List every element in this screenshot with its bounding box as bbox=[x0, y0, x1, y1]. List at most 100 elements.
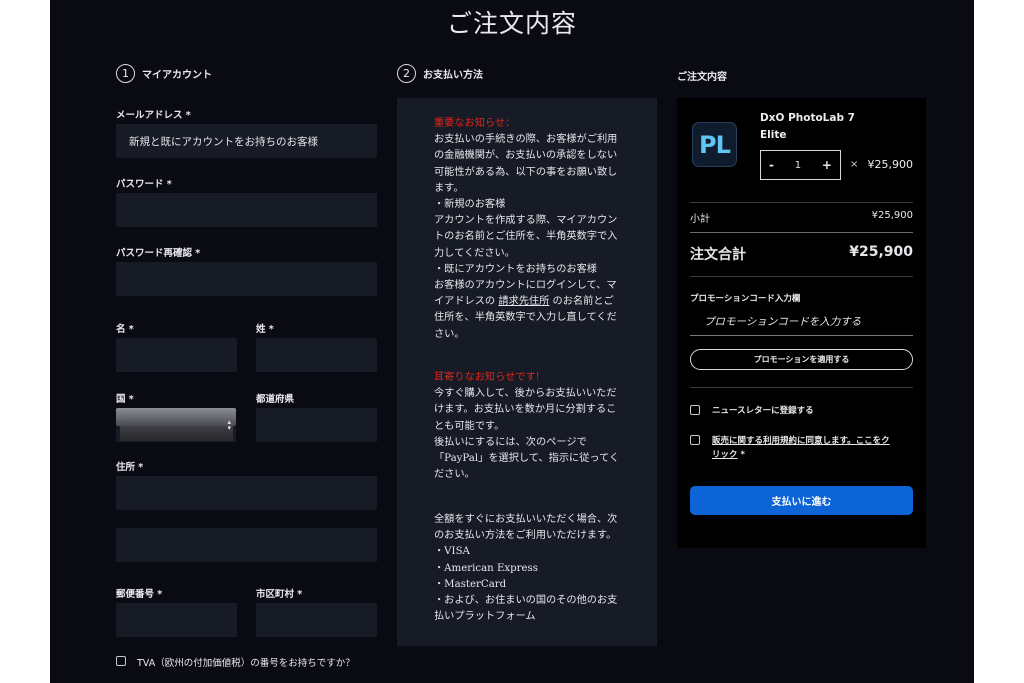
notice3-line: ・American Express bbox=[434, 562, 538, 574]
promo-label: プロモーションコード入力欄 bbox=[690, 294, 801, 304]
notice2-line: 今すぐ購入して、後からお支払いいただ bbox=[434, 388, 617, 400]
notice1-pre-link: イアドレスの bbox=[434, 296, 499, 308]
last-name-field[interactable] bbox=[256, 338, 377, 372]
notice1-line: の金融機関が、お支払いの承認をしない bbox=[434, 150, 618, 162]
divider bbox=[690, 276, 913, 277]
notice2-line: とも可能です。 bbox=[434, 420, 505, 432]
divider bbox=[690, 387, 913, 388]
times-sign: × bbox=[850, 159, 859, 170]
step-summary-label: ご注文内容 bbox=[677, 72, 727, 83]
payment-info-panel: 重要なお知らせ： お支払いの手続きの際、お客様がご利用 の金融機関が、お支払いの… bbox=[397, 98, 657, 646]
city-field[interactable] bbox=[256, 603, 377, 637]
last-name-label: 姓 * bbox=[256, 324, 274, 335]
step-payment-heading: 2 お支払い方法 bbox=[397, 64, 483, 83]
page-title: ご注文内容 bbox=[446, 9, 577, 38]
notice1-line: 可能性がある為、以下の事をお願い致し bbox=[434, 166, 618, 178]
qty-plus-button[interactable]: + bbox=[822, 158, 832, 172]
country-select[interactable]: ▴ ▾ bbox=[116, 408, 236, 442]
notice3-line: ・および、お住まいの国のその他のお支 bbox=[434, 595, 618, 607]
terms-link[interactable]: 販売に関する利用規約に同意します。ここをク bbox=[712, 434, 890, 446]
notice1-line: ・既にアカウントをお持ちのお客様 bbox=[434, 263, 597, 275]
good-news-heading: 耳寄りなお知らせです! bbox=[434, 372, 540, 383]
qty-value: 1 bbox=[794, 159, 802, 171]
notice1-line: トのお名前とご住所を、半角英数字で入 bbox=[434, 231, 618, 243]
promo-input-underline bbox=[690, 335, 913, 336]
address-label: 住所 * bbox=[116, 462, 144, 473]
notice1-line: お支払いの手続きの際、お客様がご利用 bbox=[434, 134, 618, 146]
total-label: 注文合計 bbox=[690, 247, 746, 263]
country-select-lower bbox=[120, 426, 233, 441]
newsletter-checkbox[interactable] bbox=[690, 405, 700, 415]
notice1-line: ・新規のお客様 bbox=[434, 199, 506, 211]
notice1-line: さい。 bbox=[434, 328, 465, 340]
first-name-label: 名 * bbox=[116, 324, 134, 335]
notice2-line: 後払いにするには、次のページで bbox=[434, 436, 587, 448]
address-line2-field[interactable] bbox=[116, 528, 377, 562]
step-summary-heading: ご注文内容 bbox=[677, 68, 727, 83]
qty-minus-button[interactable]: - bbox=[769, 158, 774, 172]
step-payment-label: お支払い方法 bbox=[423, 70, 483, 81]
prefecture-label: 都道府県 bbox=[256, 394, 295, 405]
notice2-line: ださい。 bbox=[434, 469, 475, 481]
notice3-line: 払いプラットフォーム bbox=[434, 611, 536, 623]
notice1-line: ます。 bbox=[434, 182, 464, 194]
divider bbox=[690, 202, 913, 203]
promo-code-input[interactable]: プロモーションコードを入力する bbox=[704, 314, 861, 329]
notice2-line: けます。お支払いを数か月に分割するこ bbox=[434, 404, 617, 416]
notice1-line: 力してください。 bbox=[434, 247, 515, 259]
notice1-line: アカウントを作成する際、マイアカウン bbox=[434, 215, 618, 227]
product-name: DxO PhotoLab 7 bbox=[760, 112, 855, 124]
notice3-line: のお支払い方法をご利用いただけます。 bbox=[434, 530, 617, 542]
step-account-heading: 1 マイアカウント bbox=[116, 64, 212, 83]
country-select-face bbox=[116, 408, 236, 426]
important-notice: 重要なお知らせ： お支払いの手続きの際、お客様がご利用 の金融機関が、お支払いの… bbox=[434, 116, 634, 343]
terms-link-line2: リック * bbox=[712, 448, 745, 460]
subtotal-label: 小計 bbox=[690, 214, 710, 225]
tva-checkbox[interactable] bbox=[116, 656, 126, 666]
password-confirm-field[interactable] bbox=[116, 262, 377, 296]
prefecture-field[interactable] bbox=[256, 408, 377, 442]
subtotal-value: ¥25,900 bbox=[871, 210, 913, 221]
email-value: 新規と既にアカウントをお持ちのお客様 bbox=[129, 136, 318, 148]
product-edition: Elite bbox=[760, 129, 787, 141]
step-number-1: 1 bbox=[116, 64, 135, 83]
total-value: ¥25,900 bbox=[849, 244, 913, 260]
payment-methods-notice: 全額をすぐにお支払いいただく場合、次 のお支払い方法をご利用いただけます。 ・V… bbox=[434, 512, 634, 625]
city-label: 市区町村 * bbox=[256, 589, 303, 600]
notice3-line: 全額をすぐにお支払いいただく場合、次 bbox=[434, 514, 618, 525]
notice1-post-link: のお名前とご bbox=[549, 296, 614, 308]
order-summary-panel: PL DxO PhotoLab 7 Elite - 1 + × ¥25,900 … bbox=[677, 98, 926, 548]
important-notice-heading: 重要なお知らせ： bbox=[434, 118, 516, 129]
divider bbox=[690, 232, 913, 233]
country-label: 国 * bbox=[116, 394, 134, 405]
postal-code-field[interactable] bbox=[116, 603, 237, 637]
good-news-notice: 耳寄りなお知らせです! 今すぐ購入して、後からお支払いいただ けます。お支払いを… bbox=[434, 370, 634, 483]
terms-link-continued[interactable]: リック bbox=[712, 450, 738, 460]
required-mark: * bbox=[737, 450, 745, 460]
notice3-line: ・MasterCard bbox=[434, 578, 507, 590]
first-name-field[interactable] bbox=[116, 338, 237, 372]
postal-code-label: 郵便番号 * bbox=[116, 589, 163, 600]
photolab-app-icon: PL bbox=[692, 122, 737, 167]
quantity-stepper[interactable]: - 1 + bbox=[760, 150, 841, 180]
terms-checkbox[interactable] bbox=[690, 435, 700, 445]
unit-price: ¥25,900 bbox=[867, 158, 914, 171]
notice2-line: 「PayPal」を選択して、指示に従ってく bbox=[434, 453, 620, 465]
address-line1-field[interactable] bbox=[116, 476, 377, 510]
select-arrows-icon: ▴ ▾ bbox=[227, 418, 231, 432]
step-number-2: 2 bbox=[397, 64, 416, 83]
notice1-link-line: イアドレスの 請求先住所 のお名前とご bbox=[434, 294, 634, 310]
newsletter-label: ニュースレターに登録する bbox=[712, 406, 814, 416]
password-label: パスワード * bbox=[116, 179, 172, 190]
billing-address-link[interactable]: 請求先住所 bbox=[498, 296, 549, 307]
apply-promo-button[interactable]: プロモーションを適用する bbox=[690, 349, 913, 370]
checkout-page: ご注文内容 1 マイアカウント メールアドレス * 新規と既にアカウントをお持ち… bbox=[50, 0, 974, 683]
password-field[interactable] bbox=[116, 193, 377, 227]
proceed-to-payment-button[interactable]: 支払いに進む bbox=[690, 486, 913, 515]
notice1-line: お客様のアカウントにログインして、マ bbox=[434, 280, 617, 292]
notice3-line: ・VISA bbox=[434, 546, 470, 558]
email-label: メールアドレス * bbox=[116, 110, 191, 121]
step-account-label: マイアカウント bbox=[142, 70, 212, 81]
email-field[interactable]: 新規と既にアカウントをお持ちのお客様 bbox=[116, 124, 377, 158]
notice1-line: 住所を、半角英数字で入力し直してくだ bbox=[434, 312, 617, 324]
